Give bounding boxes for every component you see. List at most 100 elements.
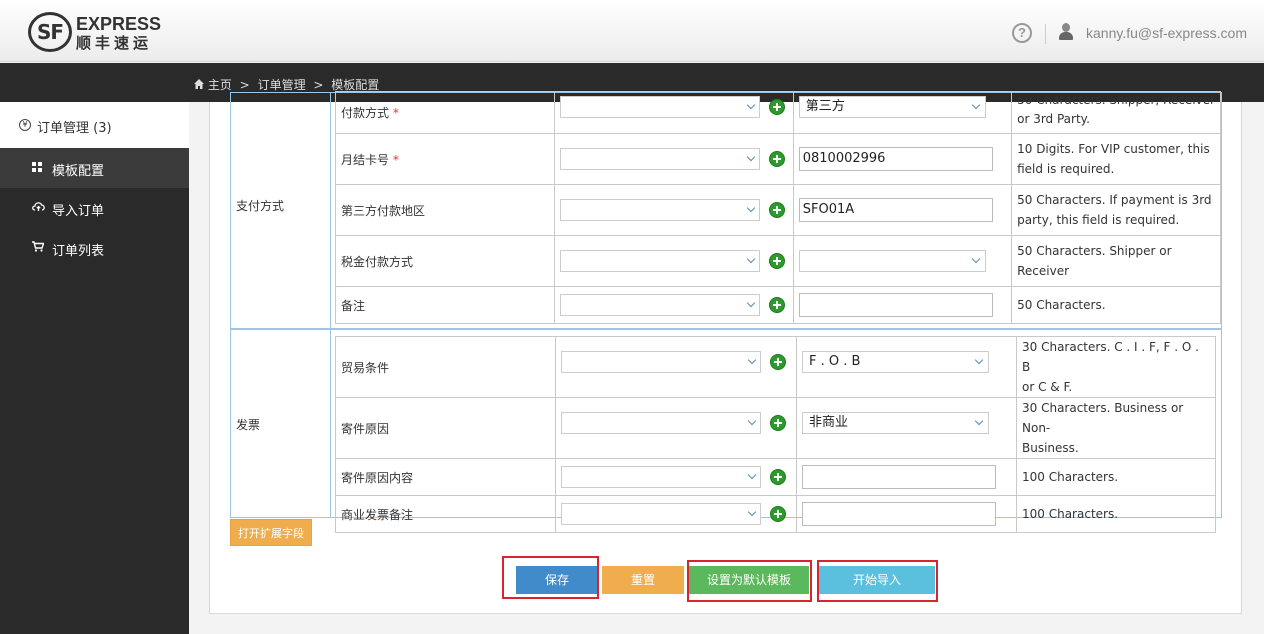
mapping-cell <box>553 184 794 236</box>
column-mapping-select[interactable] <box>561 351 761 373</box>
cart-icon <box>32 241 45 255</box>
shipping-reason-select[interactable]: 非商业 <box>802 412 989 434</box>
sidebar-item-label: 导入订单 <box>52 204 105 219</box>
default-value-cell: F . O . B <box>796 336 1017 398</box>
breadcrumb-order-management[interactable]: 订单管理 <box>258 78 306 92</box>
sidebar-group-order-management[interactable]: ¥ 订单管理 (3) <box>0 102 189 148</box>
third-party-region-input[interactable]: SFO01A <box>798 198 993 222</box>
logo-chinese-text: 顺丰速运 <box>76 34 153 52</box>
add-plus-icon[interactable] <box>768 151 785 167</box>
column-mapping-select[interactable] <box>559 148 760 170</box>
breadcrumb-separator: > <box>313 78 324 92</box>
field-label: 寄件原因内容 <box>341 470 414 485</box>
description-cell: 10 Digits. For VIP customer, this field i… <box>1011 133 1221 185</box>
invoice-section-label-cell: 发票 <box>231 330 331 517</box>
mapping-cell <box>553 235 794 287</box>
required-mark: * <box>392 152 399 167</box>
breadcrumb-home[interactable]: 主页 <box>208 78 232 92</box>
payment-method-select[interactable]: 第三方 <box>798 96 986 118</box>
mapping-cell <box>553 91 794 134</box>
commercial-invoice-remark-input[interactable] <box>802 502 996 526</box>
description-line: 50 Characters. <box>1017 298 1106 312</box>
column-mapping-select[interactable] <box>561 466 761 488</box>
cloud-upload-icon <box>32 201 45 215</box>
table-row: 寄件原因内容 100 Characters. <box>335 458 1216 496</box>
reset-button[interactable]: 重置 <box>602 566 684 594</box>
field-name-cell: 寄件原因内容 <box>335 458 556 496</box>
description-line: 30 Characters. C . I . F, F . O . B <box>1022 340 1199 374</box>
default-value-cell <box>792 286 1013 324</box>
description-cell: 100 Characters. <box>1016 458 1216 496</box>
field-label: 备注 <box>341 298 366 313</box>
payment-section: 支付方式 付款方式 * 第三方 50 Characters. Shipper, … <box>230 91 1222 329</box>
add-plus-icon[interactable] <box>770 506 786 522</box>
sidebar-item-order-list[interactable]: 订单列表 <box>0 228 189 268</box>
mapping-cell <box>553 133 794 185</box>
tax-payment-method-select[interactable] <box>798 250 986 272</box>
mapping-cell <box>555 336 797 398</box>
field-name-cell: 商业发票备注 <box>335 495 556 533</box>
column-mapping-select[interactable] <box>559 199 760 221</box>
field-label: 贸易条件 <box>341 360 390 375</box>
add-plus-icon[interactable] <box>770 415 786 431</box>
add-plus-icon[interactable] <box>768 202 785 218</box>
field-label: 付款方式 <box>341 106 390 120</box>
table-row: 贸易条件 F . O . B 30 Characters. C . I . F,… <box>335 336 1216 398</box>
breadcrumb-separator: > <box>239 78 250 92</box>
mapping-cell <box>555 458 797 496</box>
field-name-cell: 税金付款方式 <box>335 235 555 287</box>
home-icon <box>194 79 204 89</box>
add-plus-icon[interactable] <box>768 253 785 269</box>
default-value-cell <box>792 235 1013 287</box>
invoice-fields-table: 贸易条件 F . O . B 30 Characters. C . I . F,… <box>335 336 1216 533</box>
invoice-section-label: 发票 <box>236 418 261 432</box>
table-row: 税金付款方式 50 Characters. Shipper or Receiver <box>335 235 1221 287</box>
add-plus-icon[interactable] <box>770 469 786 485</box>
column-mapping-select[interactable] <box>559 294 760 316</box>
invoice-section: 发票 贸易条件 F . O . B 30 Characters. C . I .… <box>230 329 1222 533</box>
table-row: 付款方式 * 第三方 50 Characters. Shipper, Recei… <box>335 91 1221 134</box>
payment-section-label: 支付方式 <box>236 199 285 213</box>
table-row: 寄件原因 非商业 30 Characters. Business or Non-… <box>335 397 1216 459</box>
table-row: 月结卡号 * 0810002996 10 Digits. For VIP cus… <box>335 133 1221 185</box>
field-label: 税金付款方式 <box>341 254 414 269</box>
sidebar-item-template-config[interactable]: 模板配置 <box>0 148 189 188</box>
column-mapping-select[interactable] <box>559 96 760 118</box>
monthly-card-number-input[interactable]: 0810002996 <box>798 147 993 171</box>
required-mark: * <box>392 106 399 120</box>
field-name-cell: 第三方付款地区 <box>335 184 555 236</box>
trade-terms-select[interactable]: F . O . B <box>802 351 989 373</box>
table-row: 第三方付款地区 SFO01A 50 Characters. If payment… <box>335 184 1221 236</box>
description-line: Business. <box>1022 441 1079 455</box>
default-value-cell: 0810002996 <box>792 133 1013 185</box>
default-value-cell <box>796 495 1017 533</box>
shipping-reason-content-input[interactable] <box>802 465 996 489</box>
payment-fields-table: 付款方式 * 第三方 50 Characters. Shipper, Recei… <box>335 91 1221 324</box>
add-plus-icon[interactable] <box>768 99 785 115</box>
add-plus-icon[interactable] <box>768 297 785 313</box>
start-import-highlight-box <box>817 560 938 602</box>
field-name-cell: 备注 <box>335 286 555 324</box>
field-label: 第三方付款地区 <box>341 203 426 218</box>
column-mapping-select[interactable] <box>561 412 761 434</box>
default-value-cell: SFO01A <box>792 184 1013 236</box>
sidebar-item-import-orders[interactable]: 导入订单 <box>0 188 189 228</box>
default-value-cell: 非商业 <box>796 397 1017 459</box>
column-mapping-select[interactable] <box>559 250 760 272</box>
user-avatar-icon[interactable] <box>1058 23 1074 41</box>
payment-section-label-cell: 支付方式 <box>231 93 331 328</box>
add-plus-icon[interactable] <box>770 354 786 370</box>
column-mapping-select[interactable] <box>561 503 761 525</box>
description-line: 50 Characters. If payment is 3rd <box>1017 193 1212 207</box>
sidebar: ¥ 订单管理 (3) 模板配置 导入订单 订单列表 <box>0 102 189 634</box>
open-extended-fields-button[interactable]: 打开扩展字段 <box>230 519 312 546</box>
description-line: 100 Characters. <box>1022 470 1119 484</box>
help-icon[interactable]: ? <box>1012 23 1032 43</box>
description-cell: 50 Characters. Shipper or Receiver <box>1011 235 1221 287</box>
user-email[interactable]: kanny.fu@sf-express.com <box>1086 25 1247 41</box>
sidebar-item-label: 订单列表 <box>52 244 105 259</box>
top-header: SF EXPRESS 顺丰速运 ? kanny.fu@sf-express.co… <box>0 0 1264 62</box>
default-value-cell: 第三方 <box>792 91 1013 134</box>
remark-input[interactable] <box>798 293 993 317</box>
sidebar-group-label: 订单管理 (3) <box>37 121 112 136</box>
